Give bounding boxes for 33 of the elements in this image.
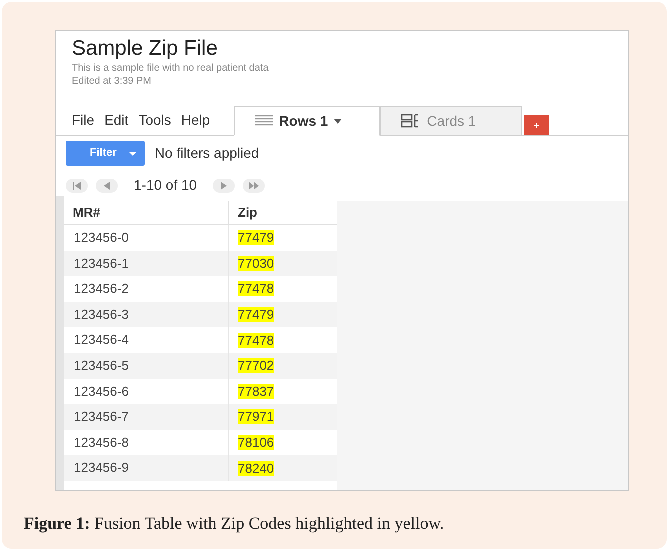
zip-cell: 77478 <box>238 281 274 296</box>
add-tab-button[interactable] <box>524 115 550 135</box>
filter-status: No filters applied <box>154 144 260 163</box>
column-header: Zip <box>237 204 258 222</box>
menu-item[interactable]: File <box>72 110 95 131</box>
zip-cell: 77478 <box>238 332 274 348</box>
edited-time: Edited at 3:39 PM <box>72 75 152 88</box>
menu-item[interactable]: Tools <box>138 110 172 131</box>
zip-cell: 77837 <box>238 384 274 399</box>
next-page-icon[interactable] <box>213 178 236 192</box>
document-description: This is a sample file with no real patient data <box>72 62 270 75</box>
figure-caption: Figure 1: Fusion Table with Zip Codes highlighted in yellow. <box>24 513 446 535</box>
menu-item[interactable]: Help <box>181 110 210 131</box>
zip-cell: 78106 <box>238 435 274 450</box>
last-page-icon[interactable] <box>243 178 266 192</box>
caret-icon <box>334 118 342 124</box>
list-icon <box>255 115 274 127</box>
previous-page-icon[interactable] <box>96 178 118 192</box>
zip-cell: 77479 <box>238 307 274 322</box>
page-range: 1-10 of 10 <box>134 176 198 195</box>
first-page-icon[interactable] <box>66 178 88 192</box>
plus-icon <box>534 122 540 128</box>
zip-cell: 77971 <box>238 409 274 424</box>
column-header: MR# <box>64 201 229 224</box>
view-tab[interactable]: Rows 1 <box>234 106 380 136</box>
document-title: Sample Zip File <box>72 36 219 62</box>
table-cell: 123456-9 <box>64 455 229 481</box>
caret-icon <box>128 152 137 156</box>
menu-item[interactable]: Edit <box>104 110 129 131</box>
zip-cell: 78240 <box>238 460 274 476</box>
zip-cell: 77479 <box>238 230 274 246</box>
zip-cell: 77702 <box>238 358 274 374</box>
zip-cell: 77030 <box>238 256 274 271</box>
